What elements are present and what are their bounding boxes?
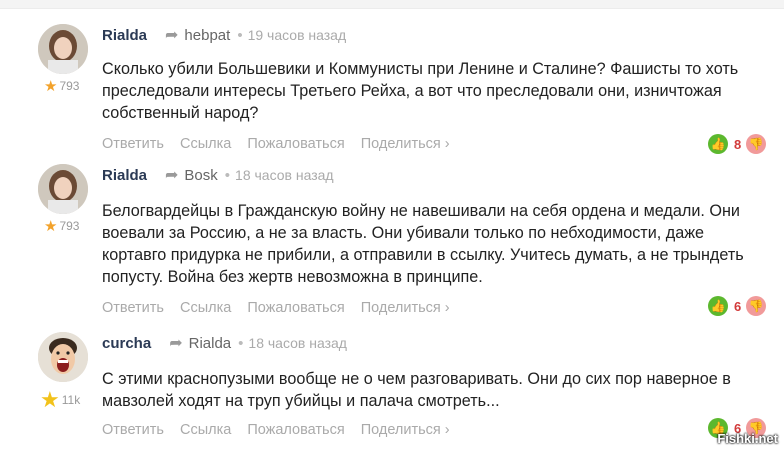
top-divider: [0, 0, 784, 9]
comment-text: С этими краснопузыми вообще не о чем раз…: [102, 370, 731, 410]
share-button[interactable]: Поделиться ›: [361, 422, 450, 438]
timestamp[interactable]: 18 часов назад: [235, 167, 334, 183]
comment-text: Белогвардейцы в Гражданскую войну не нав…: [102, 202, 744, 286]
rating-value: 793: [59, 79, 80, 93]
user-rating: ★ 793: [44, 217, 79, 235]
avatar-block: ★ 11k: [38, 332, 90, 412]
reply-arrow-icon: ➦: [169, 335, 183, 352]
comment-actions: Ответить Ссылка Пожаловаться Поделиться …: [102, 422, 466, 438]
rating-value: 793: [59, 219, 80, 233]
reply-to-name[interactable]: Bosk: [184, 167, 217, 184]
thumbs-up-icon[interactable]: 👍: [708, 296, 728, 316]
reply-button[interactable]: Ответить: [102, 136, 164, 152]
avatar-block: ★ 793: [38, 24, 90, 95]
report-button[interactable]: Пожаловаться: [247, 300, 344, 316]
vote-block: 👍 6 👎: [708, 296, 767, 316]
reply-to-name[interactable]: Rialda: [189, 335, 232, 352]
comment-actions: Ответить Ссылка Пожаловаться Поделиться …: [102, 136, 466, 152]
separator-dot: •: [237, 26, 243, 44]
link-button[interactable]: Ссылка: [180, 136, 231, 152]
avatar[interactable]: [38, 24, 88, 74]
report-button[interactable]: Пожаловаться: [247, 422, 344, 438]
user-rating: ★ 793: [44, 77, 79, 95]
thumbs-down-icon[interactable]: 👎: [746, 296, 767, 316]
reply-to-name[interactable]: hebpat: [184, 27, 230, 44]
author-name[interactable]: curcha: [102, 335, 151, 352]
rating-value: 11k: [61, 393, 81, 407]
screaming-man-icon: [38, 332, 88, 382]
share-button[interactable]: Поделиться ›: [361, 136, 450, 152]
author-name[interactable]: Rialda: [102, 167, 147, 184]
link-button[interactable]: Ссылка: [180, 422, 231, 438]
star-icon: ★: [44, 218, 58, 235]
avatar[interactable]: [38, 332, 88, 382]
timestamp[interactable]: 18 часов назад: [248, 335, 347, 351]
author-name[interactable]: Rialda: [102, 27, 147, 44]
reply-button[interactable]: Ответить: [102, 300, 164, 316]
avatar[interactable]: [38, 164, 88, 214]
timestamp[interactable]: 19 часов назад: [248, 27, 347, 43]
reply-arrow-icon: ➦: [165, 27, 179, 44]
vote-count: 6: [734, 298, 742, 314]
star-icon: ★: [40, 387, 60, 412]
vote-count: 8: [734, 136, 742, 152]
report-button[interactable]: Пожаловаться: [247, 136, 344, 152]
comment-text: Сколько убили Большевики и Коммунисты пр…: [102, 60, 739, 122]
link-button[interactable]: Ссылка: [180, 300, 231, 316]
woman-portrait-icon: [38, 24, 88, 74]
woman-portrait-icon: [38, 164, 88, 214]
avatar-block: ★ 793: [38, 164, 90, 235]
vote-block: 👍 8 👎: [708, 134, 767, 154]
comment-header: Rialda ➦ hebpat • 19 часов назад: [102, 24, 346, 46]
reply-arrow-icon: ➦: [165, 167, 179, 184]
comment-header: Rialda ➦ Bosk • 18 часов назад: [102, 164, 334, 186]
user-rating: ★ 11k: [40, 387, 80, 413]
thumbs-up-icon[interactable]: 👍: [708, 134, 728, 154]
comment-actions: Ответить Ссылка Пожаловаться Поделиться …: [102, 300, 466, 316]
share-button[interactable]: Поделиться ›: [361, 300, 450, 316]
watermark-logo: Fishki.net: [717, 431, 778, 446]
reply-button[interactable]: Ответить: [102, 422, 164, 438]
separator-dot: •: [238, 334, 244, 352]
star-icon: ★: [44, 78, 58, 95]
thumbs-down-icon[interactable]: 👎: [746, 134, 767, 154]
separator-dot: •: [224, 166, 231, 184]
comment-header: curcha ➦ Rialda • 18 часов назад: [102, 332, 347, 354]
